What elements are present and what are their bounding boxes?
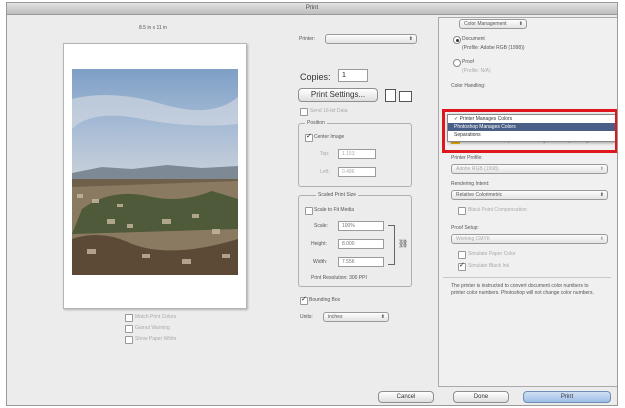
printer-profile-label: Printer Profile:	[451, 155, 483, 161]
units-value: inches	[328, 314, 343, 320]
chevron-updown-icon: ⬍	[599, 192, 604, 198]
proof-setup-value: Working CMYK	[456, 236, 491, 242]
copies-label: Copies:	[300, 72, 331, 82]
height-input[interactable]: 8.000	[338, 239, 384, 249]
chevron-updown-icon: ⬍	[380, 314, 385, 320]
match-print-colors-checkbox[interactable]	[125, 314, 133, 322]
units-select[interactable]: inches ⬍	[323, 312, 389, 322]
paper-size-label: 8.5 in x 11 in	[139, 25, 167, 31]
preview-photo	[72, 69, 238, 275]
rendering-intent-label: Rendering Intent:	[451, 181, 490, 187]
scale-to-fit-checkbox[interactable]	[305, 207, 313, 215]
height-label: Height:	[311, 241, 327, 247]
center-image-label: Center Image	[314, 134, 345, 140]
color-management-value: Color Management	[464, 21, 507, 27]
color-handling-label: Color Handling:	[451, 83, 486, 89]
chevron-updown-icon: ⬍	[518, 21, 523, 27]
document-label: Document	[462, 36, 485, 42]
show-paper-white-label: Show Paper White	[135, 336, 177, 342]
scaled-print-size-title: Scaled Print Size	[316, 192, 359, 198]
proof-setup-label: Proof Setup:	[451, 225, 479, 231]
scale-label: Scale:	[314, 223, 328, 229]
proof-setup-select[interactable]: Working CMYK ⬍	[451, 234, 608, 244]
simulate-paper-label: Simulate Paper Color	[468, 251, 516, 257]
printer-select[interactable]: ⬍	[325, 34, 417, 44]
width-label: Width:	[313, 259, 328, 265]
print-button[interactable]: Print	[523, 391, 611, 403]
constrain-bracket	[388, 225, 395, 265]
divider	[443, 277, 611, 278]
cancel-button[interactable]: Cancel	[378, 391, 434, 403]
document-profile: (Profile: Adobe RGB (1998))	[462, 45, 525, 51]
proof-label: Proof	[462, 59, 474, 65]
print-dialog: Print 8.5 in x 11 in Match Print Colors …	[6, 2, 618, 406]
copies-input[interactable]: 1	[338, 69, 368, 82]
chevron-updown-icon: ⬍	[599, 166, 604, 172]
chevron-updown-icon: ⬍	[408, 36, 413, 42]
scale-input[interactable]: 100%	[338, 221, 384, 231]
send-16bit-label: Send 16-bit Data	[310, 108, 348, 114]
proof-radio[interactable]	[453, 59, 461, 67]
portrait-orientation-icon[interactable]	[385, 89, 396, 102]
top-label: Top:	[320, 151, 330, 157]
left-label: Left:	[320, 169, 330, 175]
chevron-updown-icon: ⬍	[599, 236, 604, 242]
position-title: Position	[305, 120, 327, 126]
print-resolution-label: Print Resolution: 300 PPI	[311, 275, 367, 281]
black-point-checkbox[interactable]	[458, 207, 466, 215]
top-input[interactable]: 1.153	[338, 149, 376, 159]
link-chain-icon[interactable]: ⛓	[398, 239, 408, 248]
rendering-intent-value: Relative Colorimetric	[456, 192, 503, 198]
bounding-box-checkbox[interactable]	[300, 295, 308, 305]
print-settings-button[interactable]: Print Settings...	[298, 88, 378, 102]
landscape-orientation-icon[interactable]	[399, 91, 412, 102]
send-16bit-checkbox[interactable]	[300, 108, 308, 116]
window-title: Print	[7, 3, 617, 15]
center-image-checkbox[interactable]	[305, 132, 313, 142]
proof-profile: (Profile: N/A)	[462, 68, 491, 74]
print-preview-page	[63, 43, 247, 309]
scale-to-fit-label: Scale to Fit Media	[314, 207, 355, 213]
printer-profile-select[interactable]: Adobe RGB (1998) ⬍	[451, 164, 608, 174]
width-input[interactable]: 7.556	[338, 257, 384, 267]
rendering-intent-select[interactable]: Relative Colorimetric ⬍	[451, 190, 608, 200]
printer-profile-value: Adobe RGB (1998)	[456, 166, 499, 172]
done-button[interactable]: Done	[453, 391, 509, 403]
match-print-colors-label: Match Print Colors	[135, 314, 177, 320]
highlight-annotation-box	[442, 109, 617, 153]
simulate-black-label: Simulate Black Ink	[468, 263, 510, 269]
document-radio[interactable]	[453, 36, 461, 44]
black-point-label: Black Point Compensation	[468, 207, 527, 213]
gamut-warning-label: Gamut Warning	[135, 325, 170, 331]
simulate-paper-checkbox[interactable]	[458, 251, 466, 259]
color-management-dropdown[interactable]: Color Management ⬍	[459, 19, 527, 29]
units-label: Units:	[300, 314, 313, 320]
bounding-box-label: Bounding Box	[309, 297, 341, 303]
simulate-black-checkbox[interactable]	[458, 261, 466, 271]
printer-label: Printer:	[299, 36, 316, 42]
show-paper-white-checkbox[interactable]	[125, 336, 133, 344]
gamut-warning-checkbox[interactable]	[125, 325, 133, 333]
color-handling-description: The printer is instructed to convert doc…	[451, 283, 594, 296]
left-input[interactable]: 0.486	[338, 167, 376, 177]
